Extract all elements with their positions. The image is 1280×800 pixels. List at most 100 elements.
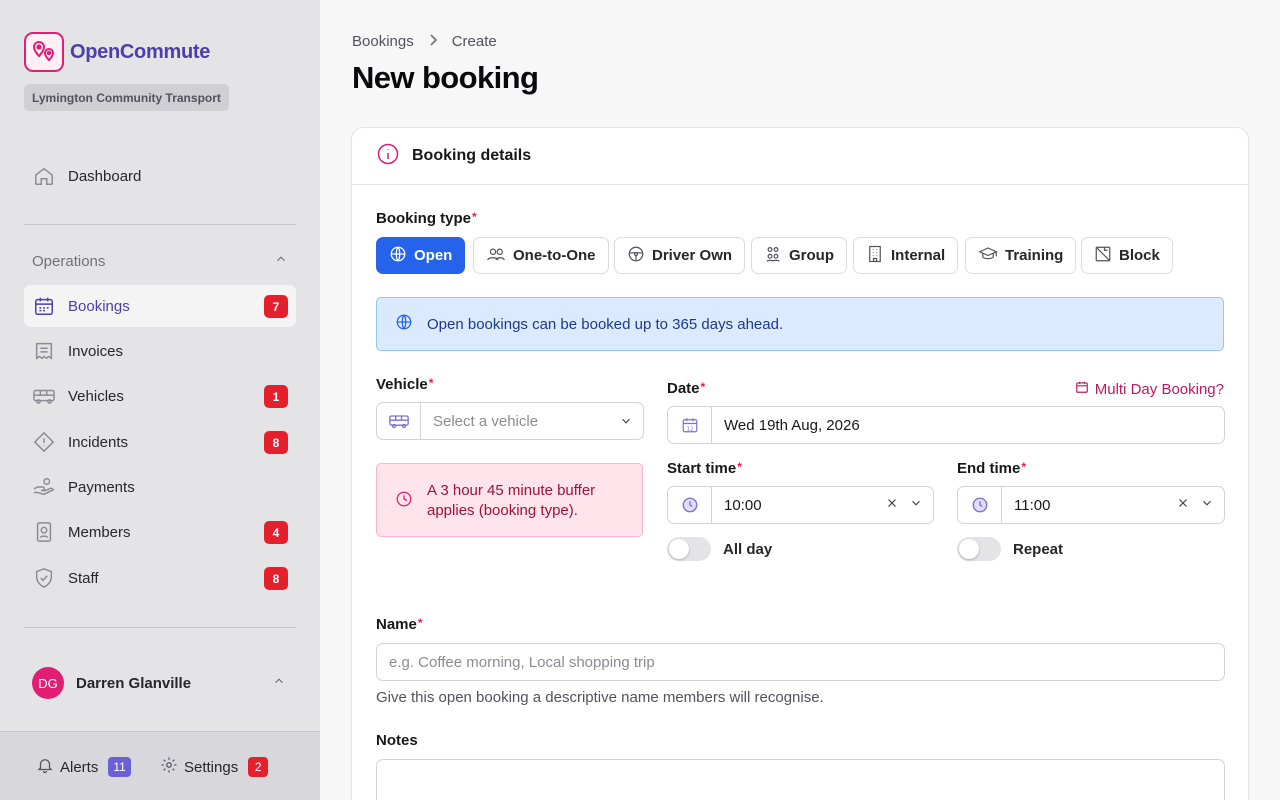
sidebar-item-payments[interactable]: Payments xyxy=(24,466,296,508)
info-text: Open bookings can be booked up to 365 da… xyxy=(427,315,784,333)
end-time-label: End time* xyxy=(957,460,1027,477)
calendar-icon xyxy=(1075,380,1089,398)
clock-icon xyxy=(668,487,712,523)
chevron-up-icon xyxy=(272,674,286,693)
calendar-12-icon: 12 xyxy=(668,407,712,443)
sidebar-item-label: Dashboard xyxy=(68,167,142,185)
notes-label: Notes xyxy=(376,732,418,749)
vehicle-select[interactable]: Select a vehicle xyxy=(376,402,644,440)
graduation-cap-icon xyxy=(978,245,998,267)
sidebar-item-label: Payments xyxy=(68,478,135,496)
sidebar-item-dashboard[interactable]: Dashboard xyxy=(24,155,296,197)
steering-wheel-icon xyxy=(627,245,645,267)
invoice-icon xyxy=(32,339,56,363)
organisation-badge: Lymington Community Transport xyxy=(24,84,229,111)
chevron-down-icon[interactable] xyxy=(1200,496,1214,515)
booking-type-label: Booking type* xyxy=(376,210,477,227)
breadcrumb-bookings[interactable]: Bookings xyxy=(352,33,414,50)
sidebar-item-label: Staff xyxy=(68,569,99,587)
sidebar-divider xyxy=(24,224,296,225)
section-label: Operations xyxy=(32,252,106,270)
sidebar-item-incidents[interactable]: Incidents 8 xyxy=(24,421,296,463)
count-badge: 1 xyxy=(264,385,288,408)
sidebar-item-label: Members xyxy=(68,523,131,541)
start-time-value: 10:00 xyxy=(724,496,762,514)
all-day-toggle[interactable] xyxy=(667,537,711,561)
label-text: Booking type xyxy=(376,210,472,227)
user-menu[interactable]: DG Darren Glanville xyxy=(24,660,296,706)
booking-type-driver-own[interactable]: Driver Own xyxy=(614,237,746,274)
option-label: One-to-One xyxy=(513,247,596,264)
booking-type-info-alert: Open bookings can be booked up to 365 da… xyxy=(376,297,1224,351)
notes-textarea[interactable] xyxy=(376,759,1225,800)
booking-type-training[interactable]: Training xyxy=(965,237,1077,274)
block-icon xyxy=(1094,245,1112,267)
gear-icon xyxy=(160,756,178,778)
start-time-select[interactable]: 10:00 xyxy=(667,486,934,524)
booking-type-internal[interactable]: Internal xyxy=(853,237,959,274)
repeat-label: Repeat xyxy=(1013,540,1064,558)
start-time-label: Start time* xyxy=(667,460,742,477)
booking-type-block[interactable]: Block xyxy=(1081,237,1173,274)
shield-icon xyxy=(32,566,56,590)
sidebar-item-label: Invoices xyxy=(68,342,124,360)
alerts-label: Alerts xyxy=(60,758,99,776)
option-label: Group xyxy=(789,247,834,264)
sidebar-item-bookings[interactable]: Bookings 7 xyxy=(24,285,296,327)
clear-icon[interactable] xyxy=(1176,496,1190,515)
date-field[interactable]: 12 Wed 19th Aug, 2026 xyxy=(667,406,1225,444)
label-text: End time xyxy=(957,460,1021,477)
card-header: Booking details xyxy=(352,128,1248,185)
sidebar: OpenCommute Lymington Community Transpor… xyxy=(0,0,320,800)
sidebar-item-label: Bookings xyxy=(68,297,130,315)
end-time-select[interactable]: 11:00 xyxy=(957,486,1225,524)
end-time-value: 11:00 xyxy=(1014,496,1051,514)
name-input[interactable]: e.g. Coffee morning, Local shopping trip xyxy=(376,643,1225,681)
map-pins-icon xyxy=(24,32,64,72)
sidebar-footer: Alerts 11 Settings 2 xyxy=(0,731,320,800)
alerts-button[interactable]: Alerts 11 xyxy=(36,755,131,779)
home-icon xyxy=(32,164,56,188)
count-badge: 8 xyxy=(264,567,288,590)
settings-count-badge: 2 xyxy=(248,757,269,777)
label-text: Start time xyxy=(667,460,737,477)
label-text: Date xyxy=(667,380,700,397)
booking-type-group[interactable]: Group xyxy=(751,237,847,274)
option-label: Driver Own xyxy=(652,247,733,264)
name-label: Name* xyxy=(376,616,423,633)
buffer-text: A 3 hour 45 minute buffer applies (booki… xyxy=(427,482,596,519)
multi-day-booking-link[interactable]: Multi Day Booking? xyxy=(1075,380,1224,398)
sidebar-item-members[interactable]: Members 4 xyxy=(24,511,296,553)
globe-icon xyxy=(395,313,413,335)
option-label: Internal xyxy=(891,247,946,264)
alerts-count-badge: 11 xyxy=(108,757,131,777)
all-day-toggle-row: All day xyxy=(667,537,772,561)
bus-icon xyxy=(32,384,56,408)
calendar-icon xyxy=(32,294,56,318)
sidebar-item-invoices[interactable]: Invoices xyxy=(24,330,296,372)
sidebar-item-staff[interactable]: Staff 8 xyxy=(24,557,296,599)
building-icon xyxy=(866,245,884,267)
user-name: Darren Glanville xyxy=(76,674,192,692)
repeat-toggle-row: Repeat xyxy=(957,537,1063,561)
svg-text:12: 12 xyxy=(686,426,693,432)
sidebar-item-vehicles[interactable]: Vehicles 1 xyxy=(24,375,296,417)
buffer-notice: A 3 hour 45 minute buffer applies (booki… xyxy=(376,463,643,537)
bell-icon xyxy=(36,756,54,778)
booking-details-card: Booking details Booking type* Open One-t… xyxy=(351,127,1249,800)
chevron-down-icon[interactable] xyxy=(909,496,923,515)
booking-type-open[interactable]: Open xyxy=(376,237,466,274)
booking-type-one-to-one[interactable]: One-to-One xyxy=(473,237,609,274)
sidebar-section-operations[interactable]: Operations xyxy=(24,248,296,274)
settings-button[interactable]: Settings 2 xyxy=(160,755,269,779)
multi-day-label: Multi Day Booking? xyxy=(1094,380,1224,398)
repeat-toggle[interactable] xyxy=(957,537,1001,561)
vehicle-placeholder: Select a vehicle xyxy=(433,412,539,430)
breadcrumb: Bookings Create xyxy=(352,33,497,50)
warning-icon xyxy=(32,430,56,454)
label-text: Vehicle xyxy=(376,376,428,393)
clock-pie-icon xyxy=(395,490,413,536)
app-logo[interactable]: OpenCommute xyxy=(24,32,210,72)
page-title: New booking xyxy=(352,60,539,95)
clear-icon[interactable] xyxy=(885,496,899,515)
